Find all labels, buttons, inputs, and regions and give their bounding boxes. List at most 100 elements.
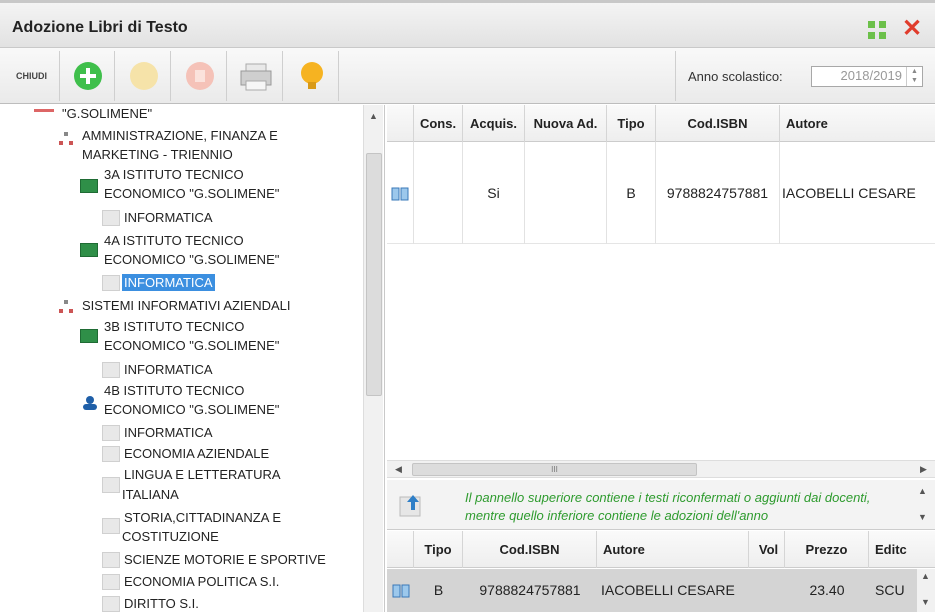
school-icon (34, 109, 54, 112)
upper-grid-hscrollbar[interactable]: ◀ III ▶ (387, 460, 935, 478)
subject-icon (102, 518, 120, 534)
add-button[interactable] (61, 51, 115, 101)
close-icon[interactable]: ✕ (902, 17, 922, 41)
lower-scroll-up[interactable]: ▲ (921, 571, 930, 581)
tree-item-economia-politica[interactable]: ECONOMIA POLITICA S.I. (124, 573, 279, 590)
header-prezzo-lower[interactable]: Prezzo (785, 531, 869, 568)
subject-icon (102, 477, 120, 493)
tree-item-economia-aziendale[interactable]: ECONOMIA AZIENDALE (124, 445, 269, 462)
header-editore-lower[interactable]: Editc (869, 531, 917, 568)
adozione-window: Adozione Libri di Testo ✕ CHIUDI Anno sc… (0, 0, 935, 612)
cell-acquis: Si (463, 142, 525, 244)
info-note: Il pannello superiore contiene i testi r… (387, 480, 935, 530)
tree-scrollbar[interactable]: ▲ (363, 105, 383, 612)
cell-vol-lower (753, 569, 785, 612)
cell-autore-lower: IACOBELLI CESARE (601, 582, 735, 598)
header-spacer (387, 105, 414, 142)
maximize-icon[interactable] (867, 20, 887, 40)
tree-item-afm-1[interactable]: AMMINISTRAZIONE, FINANZA E (82, 127, 278, 144)
tree-item-scienze-motorie[interactable]: SCIENZE MOTORIE E SPORTIVE (124, 551, 326, 568)
lightbulb-icon (301, 62, 323, 89)
class-icon (80, 329, 98, 343)
cell-cons (414, 142, 463, 244)
tree-item-informatica-3a[interactable]: INFORMATICA (124, 209, 213, 226)
note-scroll-up[interactable]: ▲ (918, 486, 927, 496)
lower-grid-scrollbar[interactable]: ▲ ▼ (917, 569, 935, 612)
tree-item-storia-2[interactable]: COSTITUZIONE (122, 528, 219, 545)
toolbar: CHIUDI Anno scolastico: 2018/2019 ▲ ▼ (0, 48, 935, 104)
cell-tipo: B (607, 142, 656, 244)
plus-icon (74, 62, 102, 90)
title-bar: Adozione Libri di Testo ✕ (0, 0, 935, 48)
lower-scroll-down[interactable]: ▼ (921, 597, 930, 607)
header-nuova-ad[interactable]: Nuova Ad. (525, 105, 607, 142)
org-icon (58, 299, 74, 318)
subject-icon (102, 362, 120, 378)
edit-button[interactable] (117, 51, 171, 101)
cell-autore: IACOBELLI CESARE (782, 185, 916, 201)
lower-grid-header: Tipo Cod.ISBN Autore Vol Prezzo Editc (387, 531, 935, 568)
header-isbn-lower[interactable]: Cod.ISBN (463, 531, 597, 568)
tree-item-storia-1[interactable]: STORIA,CITTADINANZA E (124, 509, 281, 526)
teacher-icon (80, 395, 100, 414)
tree-item-4b-2[interactable]: ECONOMICO "G.SOLIMENE" (104, 401, 279, 418)
anno-scolastico-label: Anno scolastico: (688, 69, 783, 84)
scroll-left-arrow[interactable]: ◀ (395, 464, 402, 475)
tree-item-4b-1[interactable]: 4B ISTITUTO TECNICO (104, 382, 244, 399)
header-autore[interactable]: Autore (780, 105, 935, 142)
header-tipo[interactable]: Tipo (607, 105, 656, 142)
tree-item-diritto[interactable]: DIRITTO S.I. (124, 595, 199, 612)
header-isbn[interactable]: Cod.ISBN (656, 105, 780, 142)
tree-item-3a-2[interactable]: ECONOMICO "G.SOLIMENE" (104, 185, 279, 202)
cell-isbn-lower: 9788824757881 (479, 582, 581, 598)
year-spinner[interactable]: ▲ ▼ (906, 67, 922, 86)
subject-icon (102, 275, 120, 291)
header-spacer (387, 531, 414, 568)
tree-item-sia[interactable]: SISTEMI INFORMATIVI AZIENDALI (82, 297, 291, 314)
subject-icon (102, 446, 120, 462)
tree-item-3a-1[interactable]: 3A ISTITUTO TECNICO (104, 166, 244, 183)
cell-editore-lower: SCU (875, 582, 905, 598)
scroll-right-arrow[interactable]: ▶ (920, 464, 927, 475)
pencil-icon (130, 62, 158, 90)
tree-scroll-thumb[interactable] (366, 153, 382, 396)
class-icon (80, 243, 98, 257)
tree-item-4a-1[interactable]: 4A ISTITUTO TECNICO (104, 232, 244, 249)
tree-item-school[interactable]: "G.SOLIMENE" (62, 105, 152, 122)
tree-item-3b-2[interactable]: ECONOMICO "G.SOLIMENE" (104, 337, 279, 354)
subject-icon (102, 552, 120, 568)
table-row[interactable]: Si B 9788824757881 IACOBELLI CESARE (387, 142, 935, 244)
cell-tipo-lower: B (433, 582, 444, 598)
tree-item-4a-2[interactable]: ECONOMICO "G.SOLIMENE" (104, 251, 279, 268)
hint-button[interactable] (285, 51, 339, 101)
tree-item-informatica-4a-selected[interactable]: INFORMATICA (122, 274, 215, 291)
anno-scolastico-group: Anno scolastico: 2018/2019 ▲ ▼ (675, 51, 931, 101)
table-row[interactable]: B 9788824757881 IACOBELLI CESARE 23.40 S… (387, 569, 917, 612)
subject-icon (102, 425, 120, 441)
info-note-text: Il pannello superiore contiene i testi r… (465, 490, 871, 523)
header-tipo-lower[interactable]: Tipo (414, 531, 463, 568)
tree-item-informatica-4b[interactable]: INFORMATICA (124, 424, 213, 441)
tree-item-lingua-1[interactable]: LINGUA E LETTERATURA (124, 466, 281, 483)
subject-icon (102, 596, 120, 612)
header-acquis[interactable]: Acquis. (463, 105, 525, 142)
tree-item-informatica-3b[interactable]: INFORMATICA (124, 361, 213, 378)
tree-item-lingua-2[interactable]: ITALIANA (122, 486, 179, 503)
tree-item-afm-2[interactable]: MARKETING - TRIENNIO (82, 146, 233, 163)
delete-button[interactable] (173, 51, 227, 101)
upper-grid-header: Cons. Acquis. Nuova Ad. Tipo Cod.ISBN Au… (387, 105, 935, 142)
class-icon (80, 179, 98, 193)
tree-item-3b-1[interactable]: 3B ISTITUTO TECNICO (104, 318, 244, 335)
printer-icon (240, 63, 272, 91)
subject-icon (102, 210, 120, 226)
header-autore-lower[interactable]: Autore (597, 531, 749, 568)
scroll-up-arrow[interactable]: ▲ (369, 111, 378, 121)
hscroll-thumb[interactable]: III (412, 463, 697, 476)
note-scroll-down[interactable]: ▼ (918, 512, 927, 522)
cell-nuova-ad (525, 142, 607, 244)
print-button[interactable] (229, 51, 283, 101)
header-vol-lower[interactable]: Vol (753, 531, 785, 568)
move-up-icon[interactable] (399, 492, 425, 521)
header-cons[interactable]: Cons. (414, 105, 463, 142)
chiudi-button[interactable]: CHIUDI (4, 51, 60, 101)
